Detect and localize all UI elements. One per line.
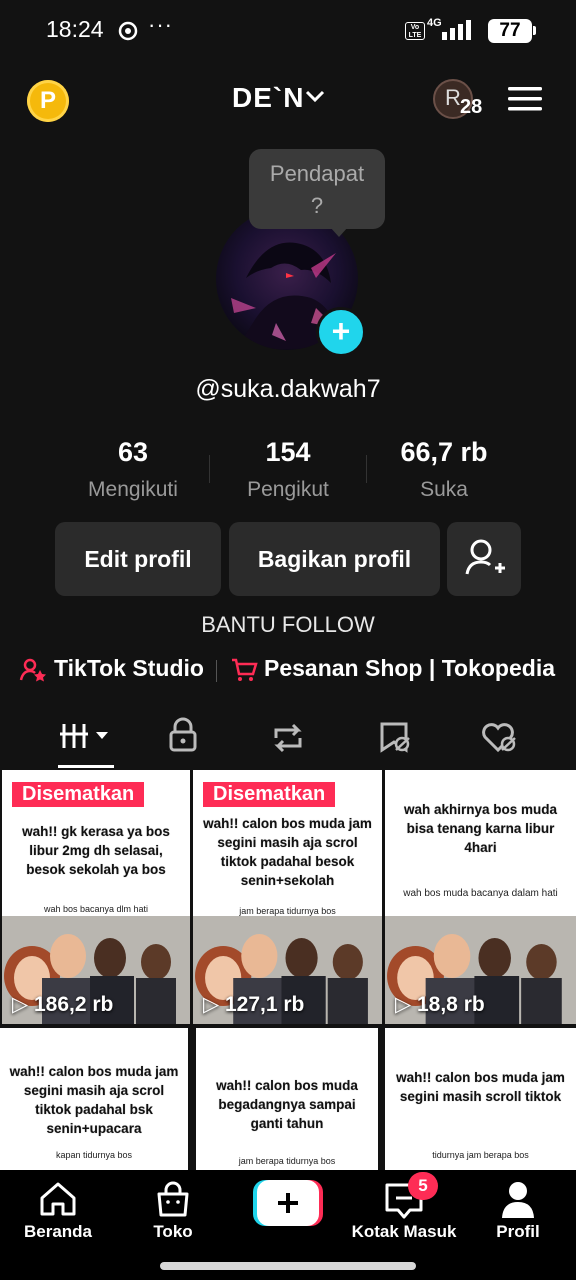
video-subcaption: wah bos bacanya dlm hati (43, 904, 149, 914)
video-tile[interactable]: Disematkan wah!! calon bos muda jam segi… (193, 770, 382, 1024)
tooltip-line2: ? (310, 193, 324, 218)
coin-button[interactable]: P (27, 80, 69, 122)
likes-count: 66,7 rb (400, 437, 488, 467)
nav-inbox-label[interactable]: Kotak Masuk (345, 1222, 463, 1242)
add-user-icon (465, 539, 505, 575)
profile-icon[interactable] (500, 1180, 536, 1220)
tiktok-studio-link[interactable]: TikTok Studio (54, 655, 204, 685)
video-tile[interactable]: wah!! calon bos muda begadangnya sampai … (196, 1028, 378, 1170)
following-count[interactable]: 63 (43, 437, 223, 468)
video-caption: wah!! gk kerasa ya bos libur 2mg dh sela… (22, 824, 170, 877)
inbox-badge: 5 (408, 1172, 438, 1200)
edit-profile-button[interactable]: Edit profil (55, 522, 221, 596)
app-screen: 18:24 ··· Vo LTE 4G 77 P DE`N R 28 Penda… (0, 0, 576, 1280)
nav-home-label[interactable]: Beranda (3, 1222, 113, 1242)
nav-shop-label[interactable]: Toko (118, 1222, 228, 1242)
tab-favorites[interactable] (354, 712, 434, 764)
video-caption: wah!! calon bos muda jam segini masih aj… (203, 816, 372, 888)
home-indicator[interactable] (160, 1262, 416, 1270)
gesture-bar (0, 1254, 576, 1280)
video-caption: wah!! calon bos muda jam segini masih sc… (396, 1070, 565, 1104)
username: @suka.dakwah7 (195, 375, 381, 403)
video-subcaption: jam berapa tidurnya bos (238, 1156, 336, 1166)
plus-icon: + (331, 313, 351, 349)
menu-icon[interactable] (508, 86, 542, 112)
add-friends-button[interactable] (447, 522, 521, 596)
grid-icon (60, 724, 108, 748)
lock-icon (169, 717, 197, 752)
video-subcaption: tidurnya jam berapa bos (432, 1150, 529, 1160)
shop-orders-link[interactable]: Pesanan Shop | Tokopedia (264, 655, 555, 685)
tab-reposts[interactable] (248, 712, 328, 764)
bio-text: BANTU FOLLOW (201, 612, 375, 637)
active-tab-indicator (58, 765, 114, 768)
video-caption: wah akhirnya bos muda bisa tenang karna … (403, 802, 558, 855)
chrome-icon (118, 21, 138, 41)
tooltip-arrow (330, 227, 348, 237)
add-story-button[interactable]: + (316, 307, 366, 357)
notification-count: 28 (460, 96, 483, 118)
share-profile-button[interactable]: Bagikan profil (229, 522, 440, 596)
link-divider (216, 660, 217, 682)
coin-icon-label: P (39, 87, 56, 114)
pinned-badge: Disematkan (203, 782, 336, 807)
video-subcaption: wah bos muda bacanya dalam hati (403, 888, 558, 899)
tab-videos[interactable] (48, 712, 128, 764)
video-caption: wah!! calon bos muda begadangnya sampai … (216, 1078, 358, 1131)
heart-hidden-icon (482, 723, 516, 753)
battery-level: 77 (488, 19, 532, 43)
tab-private[interactable] (143, 712, 223, 764)
battery-tip (533, 26, 536, 35)
video-grid: Disematkan wah!! gk kerasa ya bos libur … (0, 770, 576, 1170)
video-tile[interactable]: wah akhirnya bos muda bisa tenang karna … (385, 770, 576, 1024)
view-count: ▷ 186,2 rb (12, 993, 114, 1016)
view-count: ▷ 127,1 rb (203, 993, 305, 1016)
shop-bag-icon[interactable] (154, 1180, 192, 1218)
opinion-tooltip[interactable]: Pendapat ? (249, 149, 385, 229)
followers-label[interactable]: Pengikut (198, 478, 378, 502)
create-button[interactable] (253, 1180, 323, 1226)
video-subcaption: kapan tidurnya bos (55, 1150, 133, 1160)
followers-count[interactable]: 154 (198, 437, 378, 468)
status-overflow: ··· (148, 12, 173, 37)
bookmark-hidden-icon (380, 722, 410, 753)
likes-label: Suka (420, 478, 468, 501)
profile-tabs (0, 712, 576, 768)
status-bar: 18:24 ··· Vo LTE 4G 77 (0, 0, 576, 62)
account-switcher[interactable]: DE`N (232, 82, 304, 114)
repost-icon (274, 723, 302, 753)
video-caption: wah!! calon bos muda jam segini masih aj… (9, 1064, 179, 1136)
studio-icon (19, 658, 46, 682)
nav-profile-label[interactable]: Profil (463, 1222, 573, 1242)
video-tile[interactable]: wah!! calon bos muda jam segini masih aj… (0, 1028, 188, 1170)
signal-icon (442, 20, 471, 40)
following-label[interactable]: Mengikuti (43, 478, 223, 502)
status-time: 18:24 (46, 16, 104, 42)
home-icon[interactable] (38, 1180, 78, 1218)
tab-liked[interactable] (458, 712, 538, 764)
cart-icon (232, 658, 258, 681)
tooltip-line1: Pendapat (269, 161, 365, 186)
volte-icon: Vo LTE (405, 22, 425, 40)
view-count: ▷ 18,8 rb (395, 993, 485, 1016)
chevron-down-icon[interactable] (304, 88, 326, 104)
video-tile[interactable]: Disematkan wah!! gk kerasa ya bos libur … (2, 770, 190, 1024)
video-tile[interactable]: wah!! calon bos muda jam segini masih sc… (385, 1028, 576, 1170)
video-subcaption: jam berapa tidurnya bos (239, 906, 336, 916)
pinned-badge: Disematkan (12, 782, 145, 807)
